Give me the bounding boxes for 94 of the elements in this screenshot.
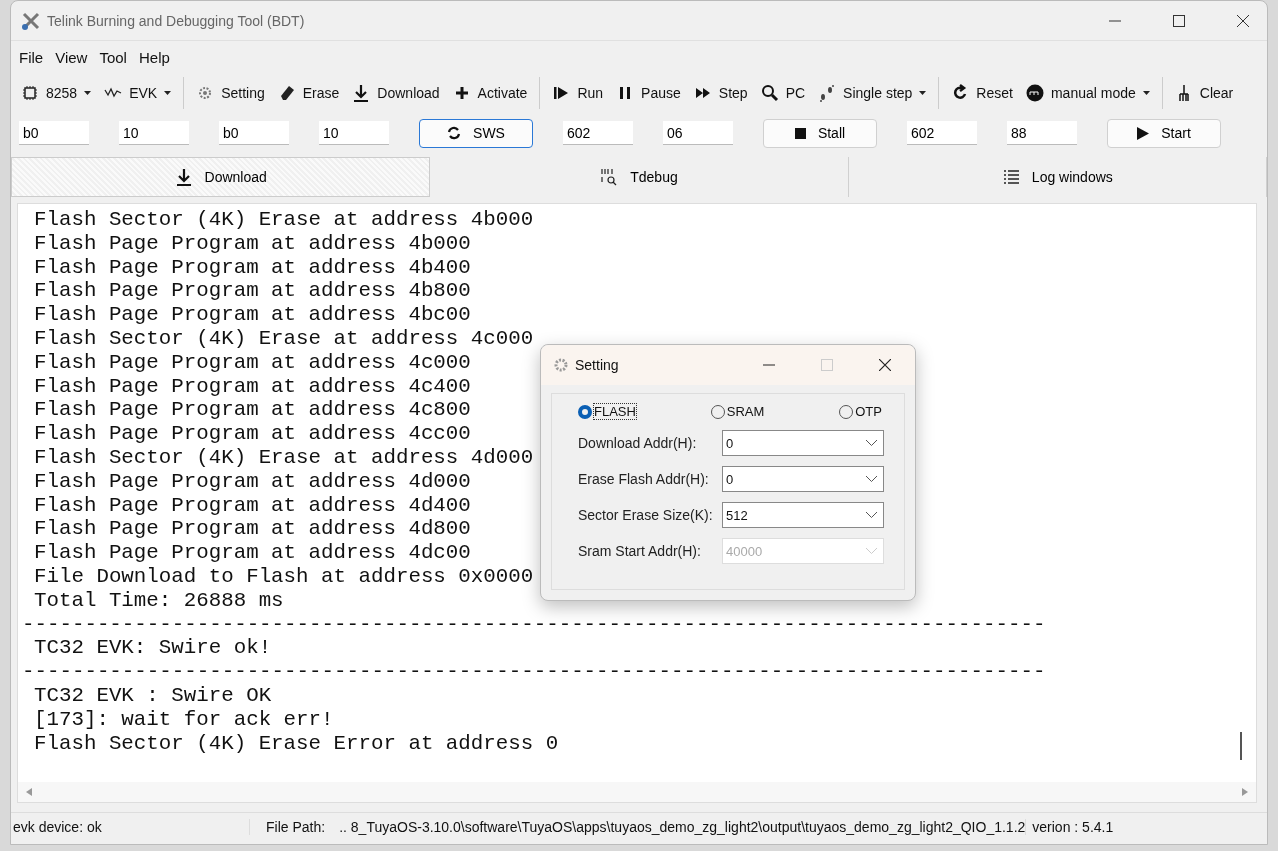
gear-icon [553, 357, 569, 373]
version-label: verion : 5.4.1 [1031, 819, 1114, 835]
chevron-down-icon [866, 476, 877, 482]
dialog-title: Setting [575, 357, 619, 373]
chip-icon [21, 84, 39, 102]
chevron-down-icon [866, 440, 877, 446]
action-button[interactable]: SWS [419, 118, 533, 148]
input-field[interactable]: 10 [319, 121, 389, 145]
log-line: Flash Page Program at address 4d800 [33, 517, 471, 542]
mode-icon [1025, 84, 1044, 102]
dropdown-field[interactable]: 0 [722, 466, 884, 492]
toolbar-button[interactable]: Step [689, 82, 752, 104]
log-line: TC32 EVK: Swire ok! [33, 636, 272, 661]
toolbar-button[interactable]: Pause [612, 82, 685, 104]
input-field[interactable]: 06 [663, 121, 733, 145]
toolbar-button[interactable]: manual mode [1021, 82, 1154, 104]
log-line: Flash Sector (4K) Erase Error at address 0 [33, 731, 559, 756]
log-line: Flash Page Program at address 4bc00 [33, 303, 471, 327]
toolbar-button[interactable]: Run [548, 82, 608, 104]
menu-item[interactable]: View [55, 48, 88, 66]
right-arrow-icon[interactable] [1242, 788, 1248, 796]
toolbar-button[interactable]: Setting [192, 82, 269, 104]
log-line: File Download to Flash at address 0x0000 [33, 564, 534, 589]
action-button[interactable]: Start [1107, 118, 1221, 148]
maximize-icon[interactable] [1173, 14, 1185, 27]
log-line: TC32 EVK : Swire OK [33, 683, 272, 708]
toolbar-button[interactable]: PC [756, 82, 810, 104]
radio-button[interactable]: SRAM [710, 404, 765, 419]
radio-button[interactable]: FLASH [578, 404, 636, 419]
log-line: Flash Page Program at address 4c000 [33, 350, 471, 375]
action-button[interactable]: Stall [763, 118, 877, 148]
dropdown-field[interactable]: 0 [722, 430, 884, 456]
chevron-down-icon [866, 548, 877, 554]
horizontal-scrollbar[interactable] [18, 782, 1256, 802]
toolbar-button[interactable]: Reset [947, 82, 1017, 104]
log-line: Flash Page Program at address 4cc00 [33, 422, 471, 446]
input-field[interactable]: 88 [1007, 121, 1077, 145]
log-line: Flash Page Program at address 4c800 [33, 398, 471, 423]
file-path: .. 8_TuyaOS-3.10.0\software\TuyaOS\apps\tuyaos_demo_zg_light2\output\tuyaos_demo_zg_light2_QIO_1.1.2 [339, 819, 1026, 835]
toolbar-button[interactable]: Erase [273, 82, 344, 104]
scrollbar-thumb[interactable] [1240, 732, 1242, 760]
close-icon[interactable] [1237, 14, 1249, 27]
download-icon [174, 168, 193, 186]
field-label: Sector Erase Size(K): [578, 507, 713, 523]
input-field[interactable]: b0 [219, 121, 289, 145]
log-line: Flash Sector (4K) Erase at address 4c000 [33, 327, 534, 351]
toolbar-button[interactable]: 8258 [17, 82, 96, 104]
chevron-down-icon [866, 512, 877, 518]
toolbar-button[interactable]: Activate [448, 82, 532, 104]
input-field[interactable]: b0 [19, 121, 89, 145]
log-line: Flash Sector (4K) Erase at address 4d000 [33, 445, 534, 470]
search-icon [760, 84, 779, 102]
path-label: File Path: [266, 819, 326, 835]
play-icon [1137, 126, 1150, 140]
window-title: Telink Burning and Debugging Tool (BDT) [47, 12, 305, 29]
log-line: Total Time: 26888 ms [33, 588, 284, 613]
log-line: ---------------------------------------------------------------------------------- [22, 660, 1046, 684]
log-line: Flash Page Program at address 4b400 [33, 255, 471, 280]
binary-search-icon [600, 168, 619, 186]
menu-item[interactable]: Tool [99, 48, 127, 66]
refresh-icon [447, 126, 462, 140]
tab[interactable]: Download [11, 157, 431, 197]
input-field[interactable]: 10 [119, 121, 189, 145]
log-line: ---------------------------------------------------------------------------------- [22, 612, 1046, 637]
log-line: Flash Sector (4K) Erase at address 4b000 [33, 208, 534, 232]
log-line: Flash Page Program at address 4d400 [33, 493, 471, 518]
log-line: Flash Page Program at address 4b800 [33, 279, 471, 304]
log-line: Flash Page Program at address 4d000 [33, 469, 471, 494]
list-icon [1001, 168, 1020, 186]
input-field[interactable]: 602 [563, 121, 633, 145]
maximize-icon [821, 359, 833, 371]
input-field[interactable]: 602 [907, 121, 977, 145]
toolbar-button[interactable]: Single step [814, 82, 931, 104]
log-line: [173]: wait for ack err! [33, 707, 334, 732]
toolbar-button[interactable]: Clear [1170, 82, 1238, 104]
menu-item[interactable]: File [19, 48, 44, 66]
tools-icon [21, 10, 41, 31]
field-label: Erase Flash Addr(H): [578, 471, 709, 487]
dropdown-field[interactable]: 512 [722, 502, 884, 528]
stop-icon [794, 127, 806, 139]
device-status: evk device: ok [11, 819, 250, 835]
radio-button[interactable]: OTP [839, 404, 882, 419]
close-icon[interactable] [879, 359, 891, 371]
toolbar-button[interactable]: EVK [100, 82, 176, 104]
footsteps-icon [818, 84, 837, 102]
log-line: Flash Page Program at address 4c400 [33, 374, 471, 399]
field-label: Sram Start Addr(H): [578, 543, 701, 559]
log-line: Flash Page Program at address 4b000 [33, 231, 471, 256]
download-icon [352, 84, 371, 102]
log-line: Flash Page Program at address 4dc00 [33, 541, 471, 565]
field-label: Download Addr(H): [578, 435, 697, 451]
left-arrow-icon[interactable] [26, 788, 32, 796]
toolbar-button[interactable]: Download [348, 82, 444, 104]
menu-item[interactable]: Help [138, 48, 170, 66]
